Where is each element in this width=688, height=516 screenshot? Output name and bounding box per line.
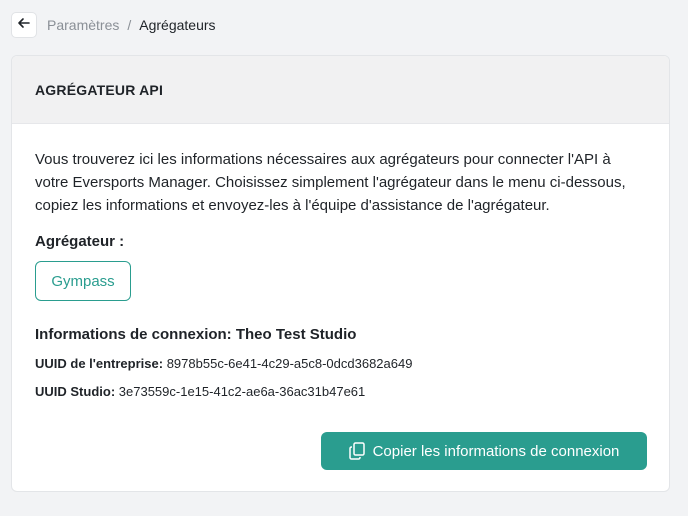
studio-uuid-value: 3e73559c-1e15-41c2-ae6a-36ac31b47e61 xyxy=(118,384,366,399)
copy-button-label: Copier les informations de connexion xyxy=(372,442,620,460)
intro-text: Vous trouverez ici les informations néce… xyxy=(35,151,626,214)
aggregator-label: Agrégateur : xyxy=(35,233,125,250)
top-bar: Paramètres / Agrégateurs xyxy=(11,11,216,39)
breadcrumb: Paramètres / Agrégateurs xyxy=(47,17,216,33)
company-uuid-value: 8978b55c-6e41-4c29-a5c8-0dcd3682a649 xyxy=(166,356,413,371)
card-title: AGRÉGATEUR API xyxy=(35,81,164,98)
studio-uuid-label: UUID Studio: xyxy=(35,384,116,399)
card-body: Vous trouverez ici les informations néce… xyxy=(12,124,669,399)
breadcrumb-parent-link[interactable]: Paramètres xyxy=(47,17,119,33)
company-uuid-row: UUID de l'entreprise: 8978b55c-6e41-4c29… xyxy=(35,356,646,371)
aggregator-gympass-button[interactable]: Gympass xyxy=(35,261,131,301)
card-header: AGRÉGATEUR API xyxy=(12,56,669,124)
studio-uuid-row: UUID Studio: 3e73559c-1e15-41c2-ae6a-36a… xyxy=(35,384,646,399)
breadcrumb-current: Agrégateurs xyxy=(139,17,216,33)
back-button[interactable] xyxy=(11,12,37,38)
copy-connection-info-button[interactable]: Copier les informations de connexion xyxy=(321,432,647,470)
connection-info-title: Informations de connexion: Theo Test Stu… xyxy=(35,326,357,343)
copy-icon xyxy=(348,442,365,460)
breadcrumb-separator: / xyxy=(127,17,132,33)
aggregator-api-card: AGRÉGATEUR API Vous trouverez ici les in… xyxy=(11,55,670,492)
arrow-left-icon xyxy=(17,16,31,35)
company-uuid-label: UUID de l'entreprise: xyxy=(35,356,164,371)
